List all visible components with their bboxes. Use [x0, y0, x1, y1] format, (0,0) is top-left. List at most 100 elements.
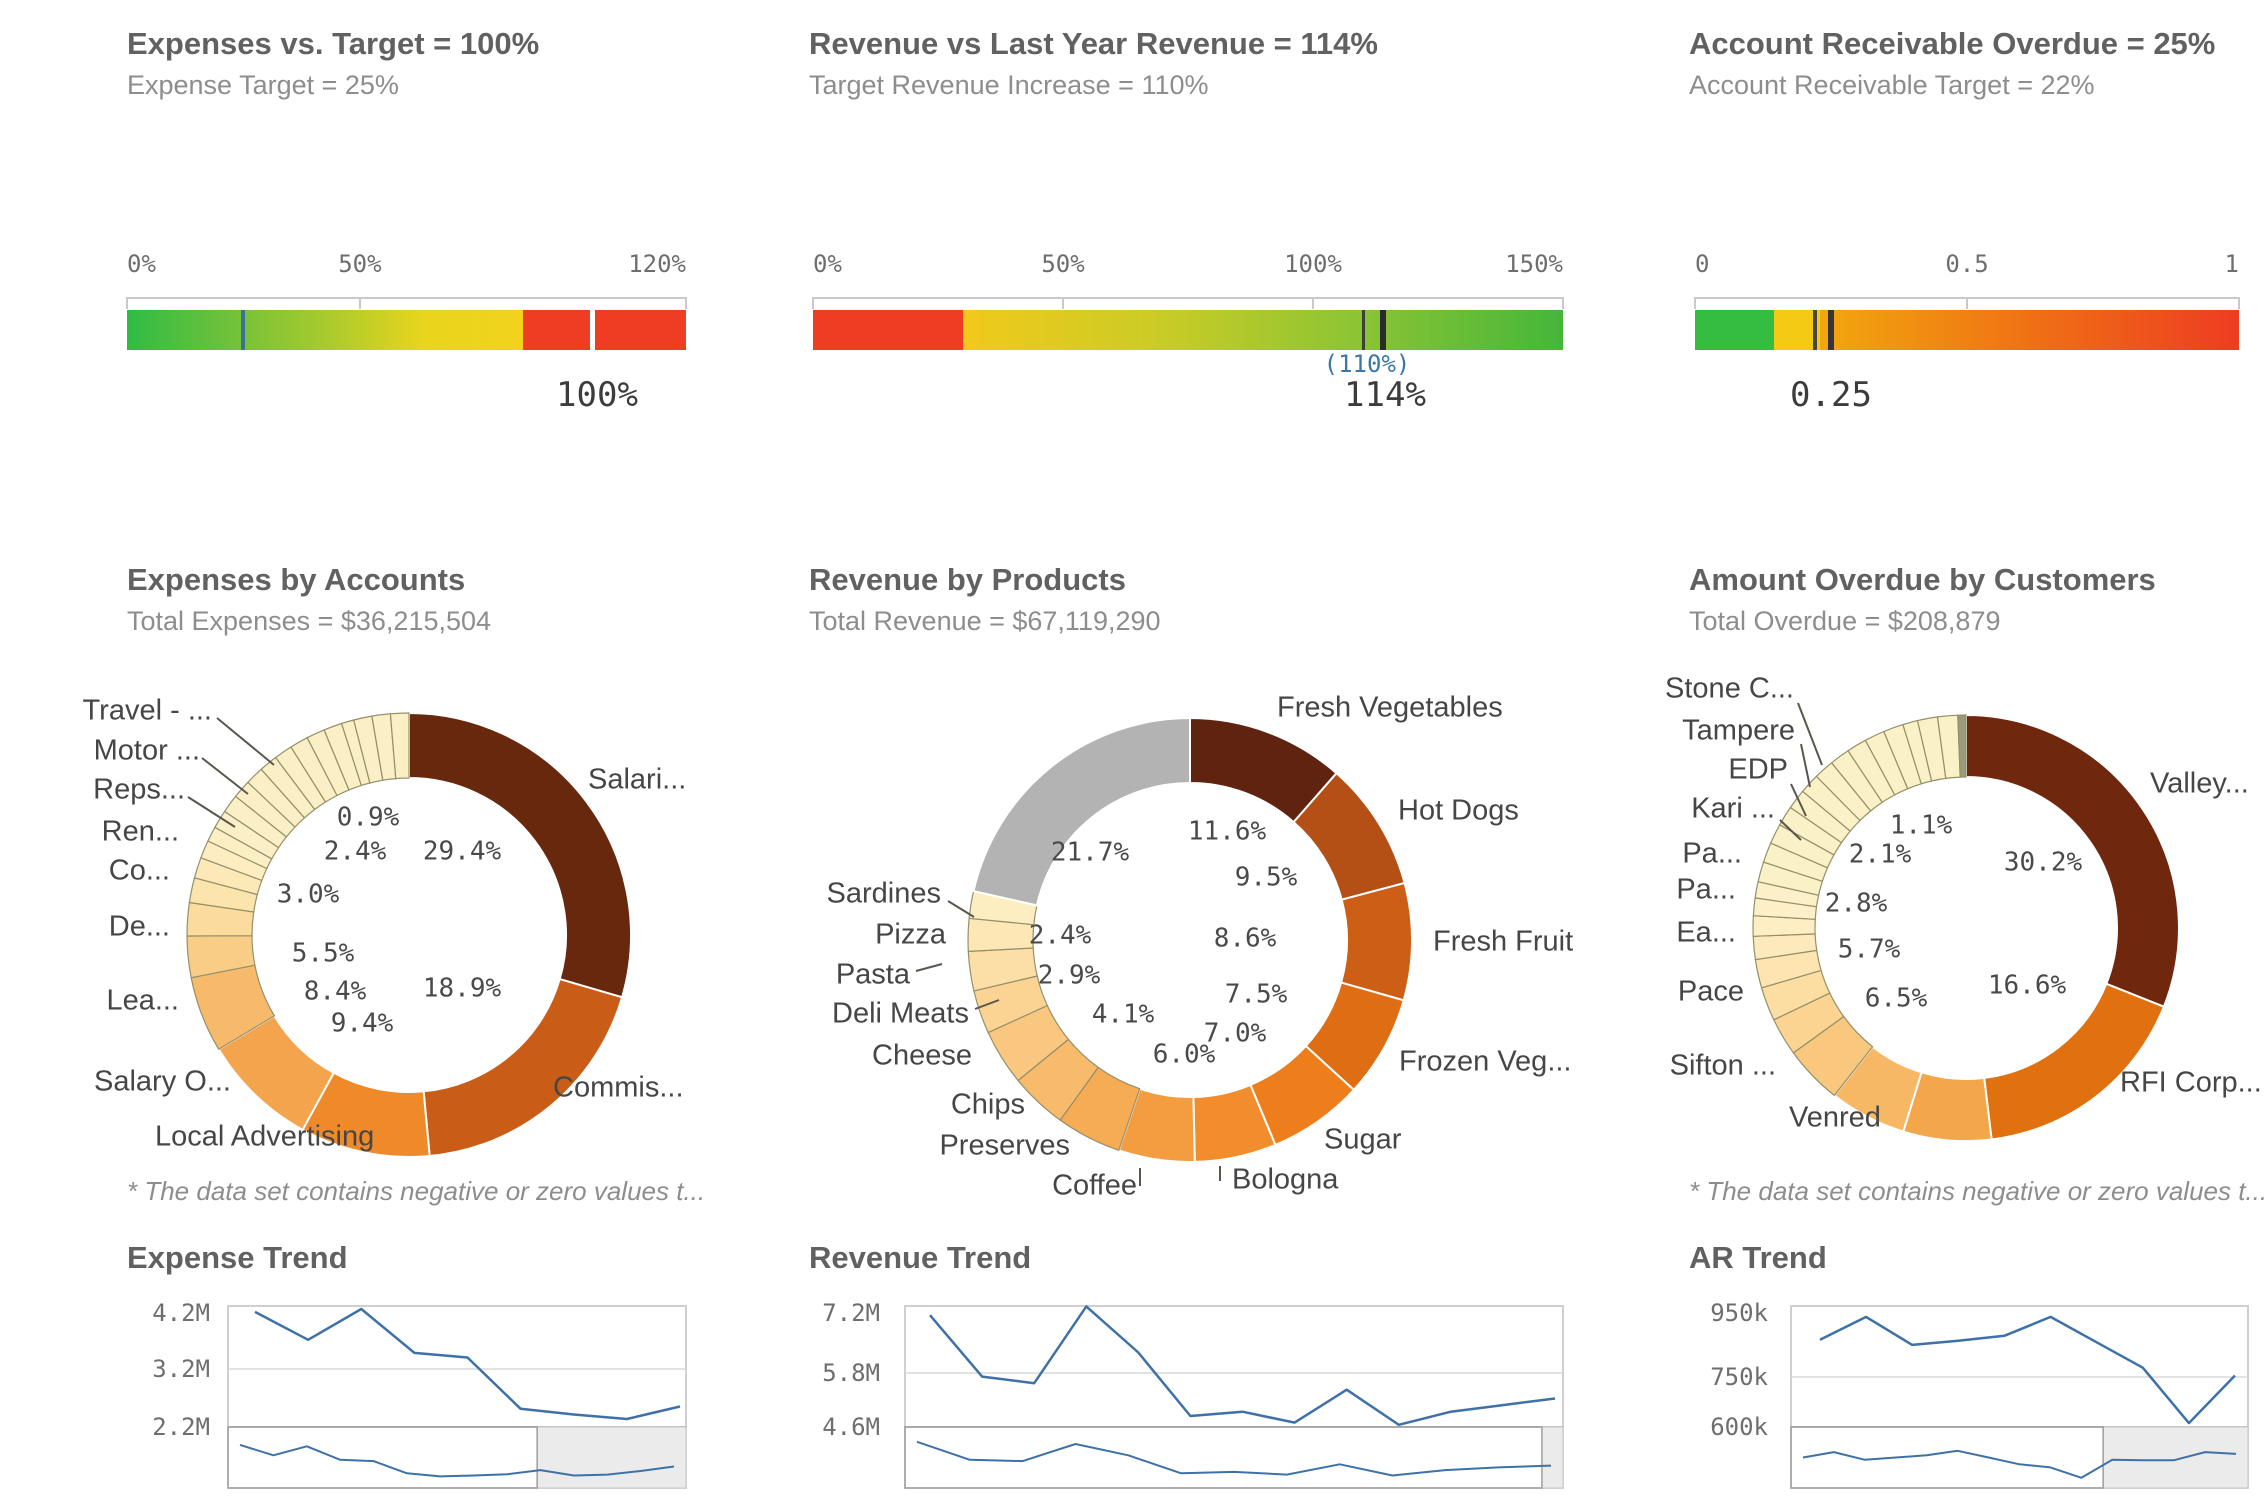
- axis-tick-label: 0%: [127, 250, 156, 278]
- chart-canvas: 29.4%18.9%9.4%8.4%5.5%3.0%2.4%0.9%Salari…: [0, 0, 2264, 1504]
- gauge-axis-tick: [359, 297, 361, 309]
- donut-category-label[interactable]: Ren...: [102, 816, 179, 848]
- donut-category-label[interactable]: Co...: [109, 855, 170, 887]
- y-axis-label: 2.2M: [60, 1413, 210, 1441]
- donut-percent-label: 8.4%: [304, 977, 367, 1007]
- donut-category-label[interactable]: Chips: [951, 1089, 1025, 1121]
- navigator-unselected: [1542, 1427, 1563, 1488]
- y-axis-label: 950k: [1618, 1299, 1768, 1327]
- trend-line: [1820, 1317, 2235, 1423]
- leader-line: [1798, 703, 1822, 765]
- gauge-axis-tick: [685, 297, 687, 309]
- kpi-ar-title: Account Receivable Overdue = 25%: [1689, 26, 2215, 62]
- donut-category-label[interactable]: Stone C...: [1665, 673, 1794, 705]
- donut-slice-rfi-corp[interactable]: [1984, 984, 2164, 1140]
- donut-percent-label: 18.9%: [423, 974, 502, 1004]
- donut-revenue-title: Revenue by Products: [809, 562, 1126, 598]
- y-axis-label: 600k: [1618, 1413, 1768, 1441]
- trend-plot-border: [228, 1306, 686, 1427]
- donut-revenue-subtitle: Total Revenue = $67,119,290: [809, 606, 1161, 637]
- donut-category-label[interactable]: Cheese: [872, 1040, 972, 1072]
- donut-category-label[interactable]: Kari ...: [1691, 793, 1775, 825]
- donut-percent-label: 6.0%: [1153, 1040, 1216, 1070]
- donut-slice-fresh-fruit[interactable]: [1341, 883, 1412, 1000]
- leader-line: [1801, 744, 1810, 787]
- gauge-segment: [1695, 310, 1774, 350]
- donut-category-label[interactable]: Pa...: [1682, 838, 1742, 870]
- y-axis-label: 7.2M: [730, 1299, 880, 1327]
- kpi-ar-value: 0.25: [1790, 375, 1872, 415]
- donut-category-label[interactable]: Coffee: [1052, 1170, 1137, 1202]
- donut-percent-label: 1.1%: [1890, 811, 1953, 841]
- donut-category-label[interactable]: Frozen Veg...: [1399, 1046, 1572, 1078]
- donut-category-label[interactable]: Preserves: [939, 1130, 1070, 1162]
- donut-percent-label: 16.6%: [1988, 971, 2067, 1001]
- donut-category-label[interactable]: Pizza: [875, 919, 947, 951]
- donut-percent-label: 0.9%: [337, 803, 400, 833]
- donut-overdue-footnote: * The data set contains negative or zero…: [1689, 1176, 2264, 1207]
- donut-category-label[interactable]: Fresh Vegetables: [1277, 692, 1503, 724]
- donut-percent-label: 2.4%: [324, 837, 387, 867]
- leader-line: [217, 718, 274, 765]
- donut-overdue-title: Amount Overdue by Customers: [1689, 562, 2156, 598]
- gauge-bar: [127, 310, 686, 350]
- donut-percent-label: 2.8%: [1825, 889, 1888, 919]
- kpi-expenses-title: Expenses vs. Target = 100%: [127, 26, 539, 62]
- donut-category-label[interactable]: Salari...: [588, 764, 686, 796]
- donut-expenses-subtitle: Total Expenses = $36,215,504: [127, 606, 491, 637]
- donut-category-label[interactable]: Pasta: [836, 959, 911, 991]
- donut-percent-label: 3.0%: [277, 880, 340, 910]
- donut-slice-commis[interactable]: [424, 979, 622, 1156]
- kpi-revenue-target-label: (110%): [1324, 350, 1411, 378]
- donut-category-label[interactable]: Pace: [1678, 976, 1744, 1008]
- donut-category-label[interactable]: Hot Dogs: [1398, 795, 1519, 827]
- axis-tick-label: 50%: [338, 250, 381, 278]
- donut-category-label[interactable]: Lea...: [106, 985, 179, 1017]
- kpi-revenue-subtitle: Target Revenue Increase = 110%: [809, 70, 1209, 101]
- donut-category-label[interactable]: Commis...: [553, 1072, 684, 1104]
- donut-category-label[interactable]: Deli Meats: [832, 998, 969, 1030]
- donut-expenses-footnote: * The data set contains negative or zero…: [127, 1176, 705, 1207]
- donut-overdue-subtitle: Total Overdue = $208,879: [1689, 606, 2000, 637]
- kpi-ar-subtitle: Account Receivable Target = 22%: [1689, 70, 2095, 101]
- axis-tick-label: 150%: [1505, 250, 1563, 278]
- donut-category-label[interactable]: Travel - ...: [83, 695, 212, 727]
- donut-percent-label: 5.7%: [1838, 935, 1901, 965]
- axis-tick-label: 0.5: [1945, 250, 1988, 278]
- donut-category-label[interactable]: RFI Corp...: [2120, 1067, 2262, 1099]
- donut-category-label[interactable]: Tampere: [1682, 715, 1795, 747]
- gauge-segment: [127, 310, 523, 350]
- donut-category-label[interactable]: Salary O...: [94, 1066, 231, 1098]
- donut-category-label[interactable]: Reps...: [93, 774, 185, 806]
- donut-category-label[interactable]: Motor ...: [94, 735, 200, 767]
- donut-category-label[interactable]: Venred: [1789, 1102, 1881, 1134]
- navigator[interactable]: [905, 1427, 1563, 1488]
- donut-category-label[interactable]: Bologna: [1232, 1164, 1339, 1196]
- donut-percent-label: 9.4%: [331, 1009, 394, 1039]
- donut-category-label[interactable]: Ea...: [1676, 917, 1736, 949]
- donut-category-label[interactable]: Pa...: [1676, 874, 1736, 906]
- y-axis-label: 5.8M: [730, 1359, 880, 1387]
- gauge-axis-tick: [1694, 297, 1696, 309]
- donut-category-label[interactable]: Valley...: [2150, 768, 2249, 800]
- trend-ar-title: AR Trend: [1689, 1240, 1827, 1276]
- dashboard: 29.4%18.9%9.4%8.4%5.5%3.0%2.4%0.9%Salari…: [0, 0, 2264, 1504]
- donut-slice-segment[interactable]: [974, 718, 1191, 905]
- donut-percent-label: 2.1%: [1849, 840, 1912, 870]
- donut-category-label[interactable]: Sardines: [827, 878, 941, 910]
- donut-category-label[interactable]: Local Advertising: [155, 1121, 374, 1153]
- y-axis-label: 4.6M: [730, 1413, 880, 1441]
- donut-category-label[interactable]: Fresh Fruit: [1433, 926, 1573, 958]
- gauge-segment: [963, 310, 1563, 350]
- donut-percent-label: 6.5%: [1865, 984, 1928, 1014]
- donut-category-label[interactable]: De...: [109, 911, 170, 943]
- gauge-axis-tick: [126, 297, 128, 309]
- axis-tick-label: 0%: [813, 250, 842, 278]
- donut-category-label[interactable]: Sifton ...: [1670, 1050, 1776, 1082]
- gauge-axis-tick: [2238, 297, 2240, 309]
- donut-percent-label: 2.9%: [1038, 961, 1101, 991]
- donut-category-label[interactable]: Sugar: [1324, 1124, 1402, 1156]
- navigator-unselected: [537, 1427, 686, 1488]
- donut-percent-label: 7.5%: [1225, 980, 1288, 1010]
- donut-category-label[interactable]: EDP: [1728, 754, 1788, 786]
